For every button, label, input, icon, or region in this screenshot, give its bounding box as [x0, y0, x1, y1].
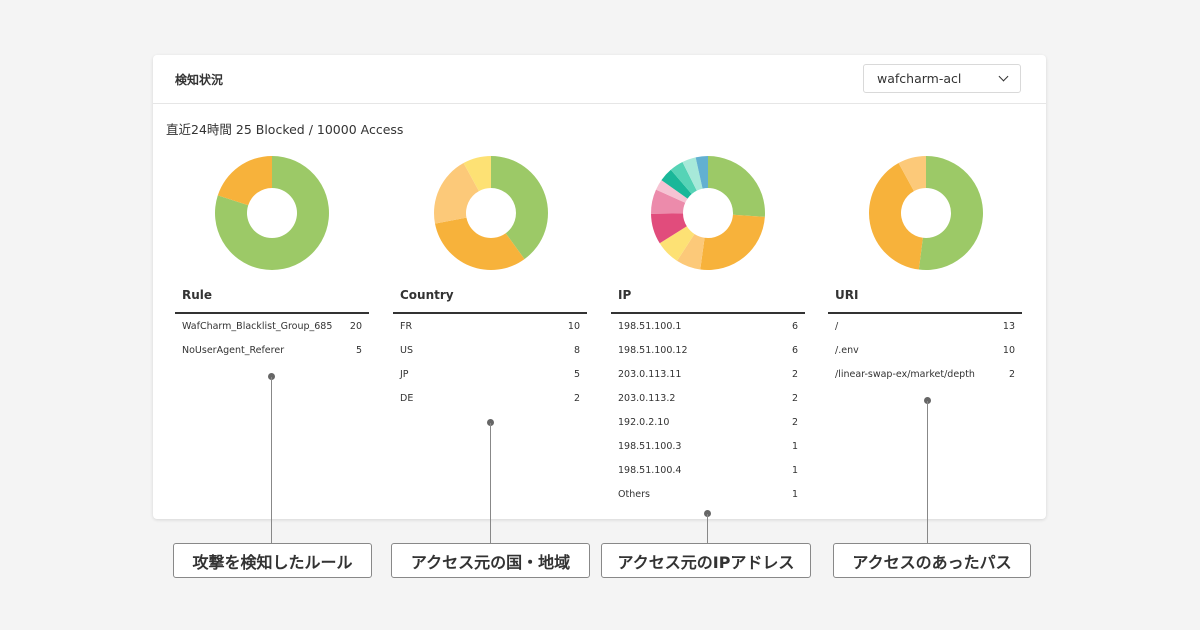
- rule-panel: Rule WafCharm_Blacklist_Group_685 20 NoUser…: [175, 278, 369, 362]
- table-row: /.env 10: [828, 338, 1022, 362]
- row-label: 198.51.100.3: [618, 441, 682, 452]
- table-row: 192.0.2.10 2: [611, 410, 805, 434]
- country-panel: Country FR 10 US 8 JP 5 DE 2: [393, 278, 587, 410]
- row-count: 1: [791, 441, 798, 452]
- row-label: /linear-swap-ex/market/depth: [835, 369, 975, 380]
- ip-column-header: IP: [611, 278, 805, 314]
- row-count: 20: [349, 321, 362, 332]
- row-label: 198.51.100.1: [618, 321, 682, 332]
- acl-select[interactable]: wafcharm-acl: [863, 64, 1021, 93]
- country-donut-chart: [434, 156, 548, 270]
- row-count: 2: [1008, 369, 1015, 380]
- row-count: 13: [1002, 321, 1015, 332]
- row-label: DE: [400, 393, 414, 404]
- row-count: 2: [791, 417, 798, 428]
- country-column-header: Country: [393, 278, 587, 314]
- table-row: 198.51.100.1 6: [611, 314, 805, 338]
- donut-slice-ip-1: [700, 214, 765, 270]
- table-row: 198.51.100.12 6: [611, 338, 805, 362]
- rule-column-header: Rule: [175, 278, 369, 314]
- donut-slice-ip-0: [708, 156, 765, 217]
- uri-panel: URI / 13 /.env 10/linear-swap-ex/market/dept…: [828, 278, 1022, 386]
- table-row: /linear-swap-ex/market/depth 2: [828, 362, 1022, 386]
- row-label: US: [400, 345, 413, 356]
- row-label: /.env: [835, 345, 859, 356]
- row-label: FR: [400, 321, 413, 332]
- row-count: 10: [567, 321, 580, 332]
- table-row: 198.51.100.4 1: [611, 458, 805, 482]
- row-label: 203.0.113.2: [618, 393, 676, 404]
- callout-uri: アクセスのあったパス: [833, 543, 1031, 578]
- table-row: 203.0.113.11 2: [611, 362, 805, 386]
- donut-slice-rule-1: [217, 156, 272, 206]
- rule-donut-chart: [215, 156, 329, 270]
- uri-donut-chart: [869, 156, 983, 270]
- row-label: /: [835, 321, 839, 332]
- table-row: NoUserAgent_Referer 5: [175, 338, 369, 362]
- row-label: 203.0.113.11: [618, 369, 682, 380]
- row-label: 198.51.100.12: [618, 345, 688, 356]
- table-row: 203.0.113.2 2: [611, 386, 805, 410]
- row-label: Others: [618, 489, 650, 500]
- table-row: / 13: [828, 314, 1022, 338]
- table-row: FR 10: [393, 314, 587, 338]
- table-row: 198.51.100.3 1: [611, 434, 805, 458]
- row-count: 2: [573, 393, 580, 404]
- row-count: 6: [791, 345, 798, 356]
- detection-card: 検知状況 wafcharm-acl 直近24時間 25 Blocked / 10…: [153, 55, 1046, 519]
- ip-donut-chart: [651, 156, 765, 270]
- summary-text: 直近24時間 25 Blocked / 10000 Access: [166, 122, 404, 137]
- ip-panel: IP 198.51.100.1 6 198.51.100.12 6 203.0.113.1…: [611, 278, 805, 506]
- table-row: WafCharm_Blacklist_Group_685 20: [175, 314, 369, 338]
- row-count: 8: [573, 345, 580, 356]
- chevron-down-icon: [998, 71, 1009, 82]
- donut-slice-uri-0: [918, 156, 983, 270]
- callout-country: アクセス元の国・地域: [391, 543, 590, 578]
- row-count: 2: [791, 369, 798, 380]
- row-label: WafCharm_Blacklist_Group_685: [182, 321, 333, 332]
- row-count: 1: [791, 489, 798, 500]
- connector-line: [707, 514, 708, 543]
- table-row: US 8: [393, 338, 587, 362]
- row-count: 1: [791, 465, 798, 476]
- donut-slice-country-1: [435, 217, 525, 270]
- row-label: 198.51.100.4: [618, 465, 682, 476]
- row-count: 6: [791, 321, 798, 332]
- row-count: 5: [355, 345, 362, 356]
- row-label: JP: [400, 369, 409, 380]
- connector-line: [490, 423, 491, 543]
- row-count: 2: [791, 393, 798, 404]
- callout-ip: アクセス元のIPアドレス: [601, 543, 811, 578]
- acl-select-value: wafcharm-acl: [877, 71, 962, 86]
- card-header: 検知状況 wafcharm-acl: [153, 55, 1046, 104]
- row-count: 5: [573, 369, 580, 380]
- card-title: 検知状況: [175, 73, 224, 87]
- table-row: Others 1: [611, 482, 805, 506]
- row-label: NoUserAgent_Referer: [182, 345, 285, 356]
- callout-rule: 攻撃を検知したルール: [173, 543, 372, 578]
- connector-line: [927, 401, 928, 543]
- table-row: DE 2: [393, 386, 587, 410]
- uri-column-header: URI: [828, 278, 1022, 314]
- row-count: 10: [1002, 345, 1015, 356]
- table-row: JP 5: [393, 362, 587, 386]
- connector-line: [271, 377, 272, 543]
- row-label: 192.0.2.10: [618, 417, 670, 428]
